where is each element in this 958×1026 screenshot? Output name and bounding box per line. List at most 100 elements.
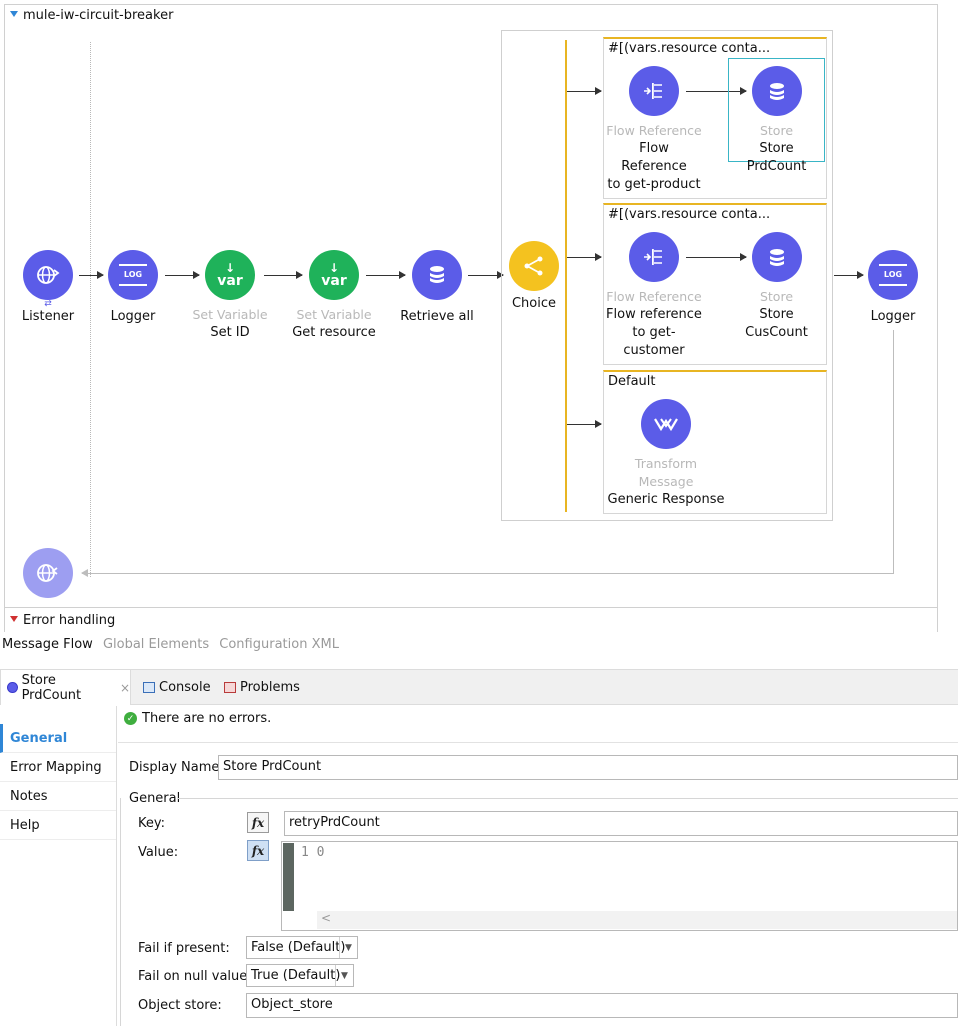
object-store-label: Object store:: [138, 998, 222, 1013]
error-handling-toggle[interactable]: Error handling: [10, 613, 115, 628]
return-arrow: [81, 569, 893, 577]
fail-on-null-select[interactable]: True (Default) ▼: [246, 964, 354, 987]
variable-icon: ↓ var: [309, 250, 359, 300]
route-arrow: [567, 87, 602, 95]
exchange-icon: ⇄: [44, 299, 52, 309]
logger-node[interactable]: LOG Logger: [103, 250, 163, 326]
flow-arrow: [834, 271, 864, 279]
transform-message-node[interactable]: Transform Message Generic Response: [606, 399, 726, 509]
flow-reference-icon: [629, 66, 679, 116]
source-divider: [90, 42, 91, 577]
key-input[interactable]: retryPrdCount: [284, 811, 958, 836]
check-icon: ✓: [124, 712, 137, 725]
flow-ref-type: Flow Reference: [606, 123, 702, 138]
close-icon[interactable]: ×: [120, 681, 130, 695]
flow-ref-label: customer: [623, 343, 685, 358]
logger-label: Logger: [110, 309, 156, 324]
branch-icon: [509, 241, 559, 291]
set-id-label: Set ID: [210, 325, 250, 340]
divider: [118, 742, 958, 743]
store-icon: [751, 232, 802, 282]
route-arrow: [567, 253, 602, 261]
route-default-label[interactable]: Default: [604, 372, 826, 389]
chevron-down-icon[interactable]: ▼: [335, 965, 353, 986]
flow-reference-icon: [629, 232, 679, 282]
set-id-node[interactable]: ↓ var Set Variable Set ID: [190, 250, 270, 342]
flow-title[interactable]: mule-iw-circuit-breaker: [10, 8, 173, 23]
scroll-left-icon[interactable]: <: [321, 911, 331, 925]
validation-status: ✓ There are no errors.: [124, 711, 271, 726]
store-cuscount-node[interactable]: Store Store CusCount: [730, 232, 823, 342]
flow-ref-label: to get-: [632, 325, 676, 340]
flow-arrow: [79, 271, 104, 279]
editor-code[interactable]: 1 0: [301, 845, 324, 860]
store-prdcount-node[interactable]: Store Store PrdCount: [730, 66, 823, 176]
choice-bar: [565, 40, 567, 512]
tab-store-prdcount[interactable]: Store PrdCount ×: [0, 670, 131, 705]
tab-configuration-xml[interactable]: Configuration XML: [219, 637, 339, 652]
flow-canvas[interactable]: mule-iw-circuit-breaker ⇄ Listener LOG L…: [0, 0, 958, 632]
console-icon: [143, 682, 155, 693]
choice-node[interactable]: Choice: [504, 241, 564, 313]
value-editor[interactable]: 1 0 <: [281, 841, 958, 931]
properties-nav: General Error Mapping Notes Help: [0, 706, 117, 1026]
logger-node-end[interactable]: LOG Logger: [863, 250, 923, 326]
database-icon: [412, 250, 462, 300]
collapse-icon[interactable]: [10, 616, 18, 622]
variable-icon: ↓ var: [205, 250, 255, 300]
object-store-input[interactable]: Object_store: [246, 993, 958, 1018]
horizontal-scrollbar[interactable]: <: [317, 911, 957, 929]
nav-notes[interactable]: Notes: [0, 782, 116, 811]
tab-global-elements[interactable]: Global Elements: [103, 637, 209, 652]
logger-label: Logger: [870, 309, 916, 324]
chevron-down-icon[interactable]: ▼: [339, 937, 357, 958]
fx-toggle-key[interactable]: fx: [247, 812, 269, 833]
get-resource-type: Set Variable: [296, 307, 372, 322]
transform-type: Transform Message: [634, 456, 698, 489]
store-label: Store: [759, 307, 794, 322]
set-id-type: Set Variable: [192, 307, 268, 322]
collapse-icon[interactable]: [10, 11, 18, 17]
value-label: Value:: [138, 845, 179, 860]
tab-console[interactable]: Console: [143, 670, 211, 705]
store-type: Store: [759, 289, 794, 304]
return-line: [893, 330, 894, 574]
group-label: General: [129, 791, 181, 806]
globe-icon: [23, 250, 73, 300]
flow-ref-type: Flow Reference: [606, 289, 702, 304]
store-icon: [7, 682, 18, 693]
response-node[interactable]: [18, 548, 78, 598]
group-border: [120, 798, 121, 1026]
error-divider: [4, 607, 938, 608]
listener-label: Listener: [21, 309, 75, 324]
retrieve-all-node[interactable]: Retrieve all: [396, 250, 478, 326]
flow-ref-label: to get-product: [607, 177, 701, 192]
flow-reference-node[interactable]: Flow Reference Flow Reference to get-pro…: [606, 66, 702, 194]
fx-toggle-value[interactable]: fx: [247, 840, 269, 861]
route-2-condition[interactable]: #[(vars.resource conta...: [604, 205, 826, 222]
fail-on-null-label: Fail on null value:: [138, 969, 252, 984]
group-border: [178, 798, 958, 799]
store-icon: [751, 66, 802, 116]
display-name-label: Display Name:: [129, 760, 224, 775]
flow-reference-node[interactable]: Flow Reference Flow reference to get- cu…: [606, 232, 702, 360]
globe-icon: [23, 548, 73, 598]
retrieve-all-label: Retrieve all: [400, 309, 474, 324]
flow-ref-label: Flow Reference: [621, 141, 687, 174]
key-label: Key:: [138, 816, 166, 831]
fail-if-present-select[interactable]: False (Default) ▼: [246, 936, 358, 959]
nav-general[interactable]: General: [0, 724, 116, 753]
listener-node[interactable]: ⇄ Listener: [18, 250, 78, 326]
transform-icon: [641, 399, 691, 449]
nav-error-mapping[interactable]: Error Mapping: [0, 753, 116, 782]
nav-help[interactable]: Help: [0, 811, 116, 840]
route-arrow: [567, 420, 602, 428]
tab-problems[interactable]: Problems: [224, 670, 300, 705]
panel-tabs: Store PrdCount × Console Problems: [0, 669, 958, 705]
log-icon: LOG: [868, 250, 918, 300]
tab-message-flow[interactable]: Message Flow: [2, 637, 93, 652]
display-name-input[interactable]: Store PrdCount: [218, 755, 958, 780]
choice-label: Choice: [511, 296, 557, 311]
route-1-condition[interactable]: #[(vars.resource conta...: [604, 39, 826, 56]
get-resource-node[interactable]: ↓ var Set Variable Get resource: [290, 250, 378, 342]
